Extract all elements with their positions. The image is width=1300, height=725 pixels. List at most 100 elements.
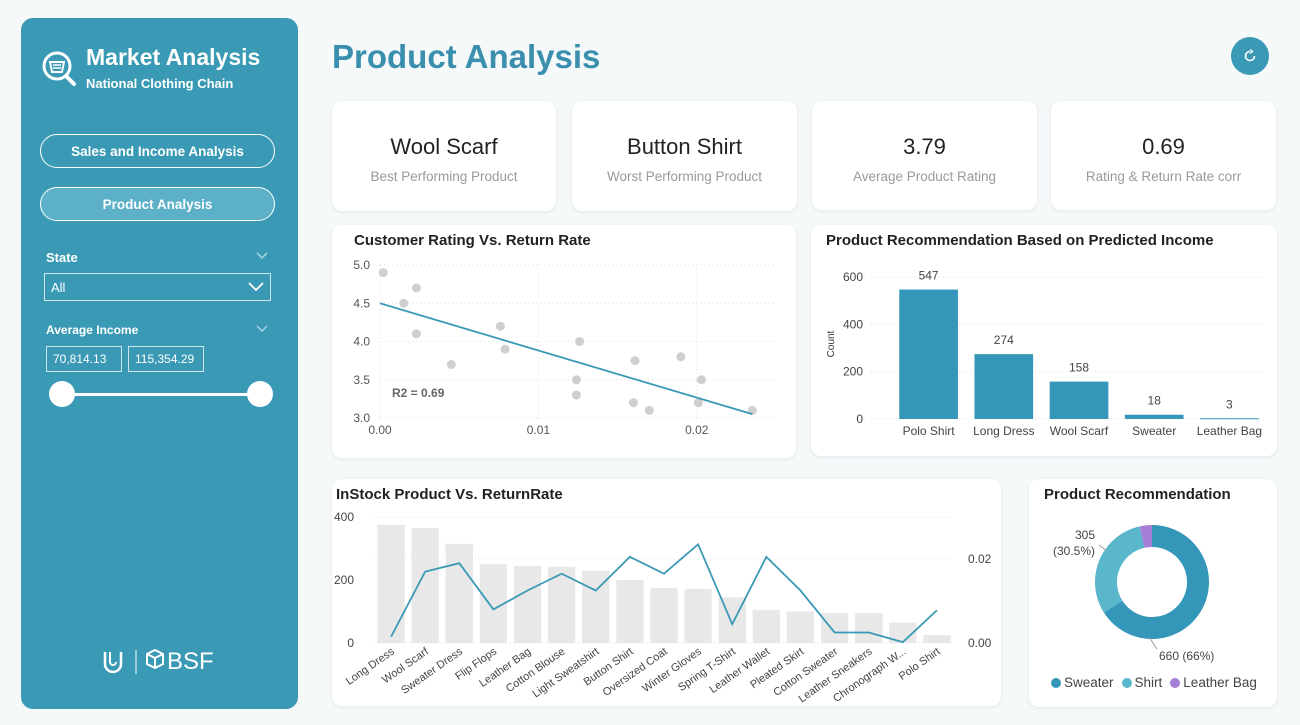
combo-plot: 02004000.000.02Long DressWool ScarfSweat… <box>334 510 992 705</box>
scatter-point <box>571 390 581 400</box>
data-label: (30.5%) <box>1053 544 1095 558</box>
chevron-down-icon[interactable] <box>256 252 268 260</box>
bar <box>786 611 815 643</box>
bar <box>513 565 542 643</box>
bar <box>377 524 405 643</box>
donut-legend: Sweater Shirt Leather Bag <box>1051 675 1257 690</box>
donut-slice <box>1095 526 1145 613</box>
kpi-card-best-product: Wool Scarf Best Performing Product <box>332 101 556 211</box>
nav-sales-income-button[interactable]: Sales and Income Analysis <box>40 134 275 168</box>
income-min-input[interactable]: 70,814.13 <box>46 346 122 372</box>
chevron-down-icon <box>248 282 264 292</box>
y2-tick-label: 0.02 <box>968 552 992 566</box>
kpi-value: Wool Scarf <box>390 134 498 159</box>
y-tick-label: 400 <box>334 510 354 524</box>
x-tick-label: Long Dress <box>973 424 1034 438</box>
nav-product-analysis-button[interactable]: Product Analysis <box>40 187 275 221</box>
scatter-point <box>378 268 388 278</box>
scatter-point <box>411 329 421 339</box>
x-tick-label: Sweater <box>1132 424 1176 438</box>
bar <box>974 354 1034 419</box>
legend-label: Shirt <box>1134 675 1163 690</box>
sidebar: Market Analysis National Clothing Chain … <box>21 18 298 709</box>
scatter-point <box>575 337 585 346</box>
kpi-value: Button Shirt <box>627 134 742 159</box>
bar <box>684 588 712 643</box>
bar <box>411 528 439 643</box>
bar <box>650 587 678 643</box>
y-tick-label: 400 <box>843 317 863 331</box>
scatter-point <box>628 398 638 408</box>
y2-tick-label: 0.00 <box>968 636 992 650</box>
y-tick-label: 0 <box>347 636 354 650</box>
x-tick-label: Leather Bag <box>1197 424 1262 438</box>
x-tick-label: 0.00 <box>368 423 392 437</box>
income-max-input[interactable]: 115,354.29 <box>128 346 204 372</box>
scatter-point <box>411 283 421 293</box>
scatter-point <box>495 321 505 331</box>
legend-swatch <box>1121 677 1132 688</box>
data-label: 3 <box>1226 397 1233 411</box>
bar <box>1049 381 1109 419</box>
bar <box>1200 418 1259 420</box>
scatter-point <box>644 405 654 415</box>
kpi-label: Average Product Rating <box>852 169 997 184</box>
y-tick-label: 200 <box>334 573 354 587</box>
chevron-down-icon[interactable] <box>256 325 268 333</box>
footer-brand-text: BSF <box>167 648 214 675</box>
bar <box>616 580 644 643</box>
data-label: 158 <box>1069 361 1089 375</box>
kpi-label: Best Performing Product <box>370 169 518 184</box>
legend-item-shirt[interactable]: Shirt <box>1121 675 1163 690</box>
income-filter-label: Average Income <box>46 323 139 337</box>
x-tick-label: Polo Shirt <box>903 424 956 438</box>
scatter-point <box>500 344 510 354</box>
scatter-point <box>676 352 686 362</box>
scatter-point <box>697 375 707 385</box>
y-tick-label: 3.5 <box>353 373 370 387</box>
x-tick-label: 0.02 <box>685 423 709 437</box>
data-label: 274 <box>994 333 1014 347</box>
kpi-label: Rating & Return Rate corr <box>1085 169 1242 184</box>
x-tick-label: Wool Scarf <box>1050 424 1109 438</box>
r2-annotation: R2 = 0.69 <box>392 386 445 400</box>
scatter-point <box>446 359 456 369</box>
state-select[interactable]: All <box>44 273 271 301</box>
rating-vs-return-chart: Customer Rating Vs. Return Rate 3.0 3.5 4.… <box>332 225 796 458</box>
bar <box>445 543 473 643</box>
y-tick-label: 5.0 <box>353 258 370 272</box>
brand-title: Market Analysis <box>86 44 261 70</box>
income-slider-track[interactable] <box>61 393 261 396</box>
product-recommendation-donut: Product Recommendation 660 (66%) 305 (30.5… <box>1029 479 1277 707</box>
brand-subtitle: National Clothing Chain <box>86 76 234 91</box>
legend-item-sweater[interactable]: Sweater <box>1051 675 1114 690</box>
recommendation-income-chart: Product Recommendation Based on Predicte… <box>811 225 1277 456</box>
y-tick-label: 200 <box>843 365 863 379</box>
refresh-button[interactable] <box>1231 37 1269 75</box>
kpi-label: Worst Performing Product <box>606 169 763 184</box>
footer-logo: BSF <box>103 648 223 676</box>
leader-line <box>1098 544 1108 552</box>
bar <box>855 613 883 643</box>
scatter-point <box>399 298 409 308</box>
income-slider-max-handle[interactable] <box>247 381 273 407</box>
data-label: 305 <box>1075 528 1095 542</box>
page-title: Product Analysis <box>332 38 601 75</box>
data-label: 660 (66%) <box>1159 649 1214 663</box>
bar-plot: 0 200 400 600 Count 547 Polo Shirt 274 Long Dres… <box>826 269 1267 438</box>
data-label: 547 <box>919 269 939 283</box>
scatter-point <box>630 356 640 366</box>
legend-swatch <box>1170 677 1181 688</box>
income-slider-min-handle[interactable] <box>49 381 75 407</box>
bar <box>899 289 958 419</box>
instock-vs-returnrate-chart: InStock Product Vs. ReturnRate 0 200 400 0.… <box>332 479 1001 706</box>
legend-swatch <box>1051 677 1061 688</box>
kpi-value: 3.79 <box>903 134 946 159</box>
refresh-icon <box>1244 48 1256 62</box>
scatter-point <box>571 375 581 385</box>
y-axis-label: Count <box>826 330 837 357</box>
y-tick-label: 4.0 <box>353 335 370 349</box>
y-tick-label: 0 <box>856 412 863 426</box>
legend-item-leather-bag[interactable]: Leather Bag <box>1170 675 1257 690</box>
market-basket-icon <box>42 51 76 86</box>
